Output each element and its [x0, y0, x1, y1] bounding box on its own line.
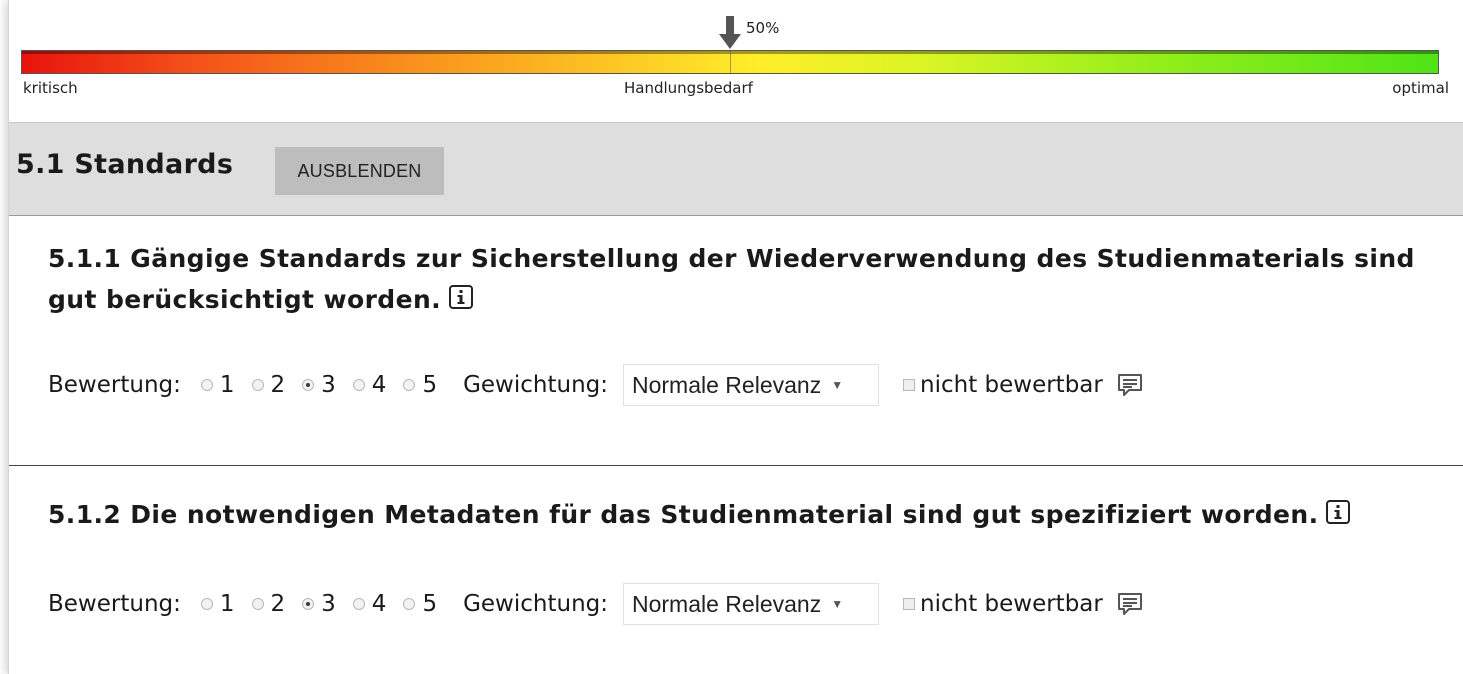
weight-select-value: Normale Relevanz — [632, 590, 822, 617]
rating-scale: 50% kritisch Handlungsbedarf optimal — [21, 0, 1449, 108]
weight-label: Gewichtung: — [463, 591, 608, 617]
rating-option-label: 4 — [371, 372, 387, 398]
info-icon[interactable] — [1326, 500, 1351, 524]
criterion-title-text: 5.1.1 Gängige Standards zur Sicherstellu… — [48, 244, 1415, 314]
evaluation-panel: 50% kritisch Handlungsbedarf optimal 5.1… — [8, 0, 1463, 674]
arrow-down-icon — [719, 16, 741, 49]
rating-option-label: 1 — [219, 591, 235, 617]
rating-label: Bewertung: — [48, 591, 181, 617]
radio-button[interactable] — [403, 598, 416, 610]
criterion-item: 5.1.2 Die notwendigen Metadaten für das … — [9, 467, 1463, 674]
rating-option-2[interactable]: 2 — [251, 372, 286, 398]
comment-icon[interactable] — [1117, 592, 1143, 616]
rating-option-5[interactable]: 5 — [403, 372, 437, 398]
rating-option-5[interactable]: 5 — [403, 591, 437, 617]
not-ratable-toggle[interactable]: nicht bewertbar — [903, 591, 1103, 617]
criterion-title: 5.1.1 Gängige Standards zur Sicherstellu… — [48, 238, 1428, 320]
radio-button[interactable] — [251, 379, 264, 391]
scale-label-left: kritisch — [23, 79, 78, 97]
radio-button[interactable] — [352, 379, 365, 391]
scale-label-middle: Handlungsbedarf — [624, 79, 753, 97]
not-ratable-checkbox[interactable] — [903, 379, 915, 391]
not-ratable-label: nicht bewertbar — [920, 372, 1103, 398]
chevron-down-icon: ▼ — [831, 378, 844, 392]
rating-option-label: 2 — [270, 372, 286, 398]
scale-label-right: optimal — [1392, 79, 1449, 97]
weight-select[interactable]: Normale Relevanz ▼ — [623, 583, 879, 625]
weight-select-value: Normale Relevanz — [632, 371, 822, 398]
radio-button[interactable] — [200, 379, 213, 391]
criterion-title-text: 5.1.2 Die notwendigen Metadaten für das … — [48, 500, 1319, 529]
rating-option-label: 3 — [321, 591, 336, 617]
comment-icon[interactable] — [1117, 373, 1143, 397]
rating-row: Bewertung: 1 2 3 4 5 Gewichtung: Normale… — [48, 583, 1143, 625]
gauge-marker-line — [730, 50, 731, 74]
rating-row: Bewertung: 1 2 3 4 5 Gewichtung: Normale… — [48, 364, 1143, 406]
rating-option-4[interactable]: 4 — [352, 372, 387, 398]
rating-option-label: 2 — [270, 591, 286, 617]
not-ratable-label: nicht bewertbar — [920, 591, 1103, 617]
hide-section-button[interactable]: AUSBLENDEN — [275, 147, 444, 195]
not-ratable-checkbox[interactable] — [903, 598, 915, 610]
rating-option-label: 5 — [422, 372, 438, 398]
gauge-percent: 50% — [746, 19, 780, 37]
radio-button[interactable] — [251, 598, 264, 610]
radio-button[interactable] — [403, 379, 416, 391]
not-ratable-toggle[interactable]: nicht bewertbar — [903, 372, 1103, 398]
radio-button[interactable] — [200, 598, 213, 610]
rating-label: Bewertung: — [48, 372, 181, 398]
section-title: 5.1 Standards — [16, 149, 234, 180]
radio-button-selected[interactable] — [302, 379, 315, 391]
rating-option-label: 3 — [321, 372, 336, 398]
chevron-down-icon: ▼ — [831, 597, 844, 611]
rating-option-1[interactable]: 1 — [200, 372, 235, 398]
criterion-item: 5.1.1 Gängige Standards zur Sicherstellu… — [9, 216, 1463, 466]
rating-option-label: 1 — [219, 372, 235, 398]
radio-button-selected[interactable] — [302, 598, 315, 610]
weight-select[interactable]: Normale Relevanz ▼ — [623, 364, 879, 406]
rating-option-label: 5 — [422, 591, 438, 617]
rating-option-3[interactable]: 3 — [302, 591, 336, 617]
info-icon[interactable] — [449, 285, 474, 309]
rating-option-3[interactable]: 3 — [302, 372, 336, 398]
weight-label: Gewichtung: — [463, 372, 608, 398]
radio-button[interactable] — [352, 598, 365, 610]
rating-option-4[interactable]: 4 — [352, 591, 387, 617]
section-header: 5.1 Standards AUSBLENDEN — [9, 122, 1463, 216]
rating-option-2[interactable]: 2 — [251, 591, 286, 617]
criterion-title: 5.1.2 Die notwendigen Metadaten für das … — [48, 494, 1428, 535]
rating-option-label: 4 — [371, 591, 387, 617]
rating-option-1[interactable]: 1 — [200, 591, 235, 617]
